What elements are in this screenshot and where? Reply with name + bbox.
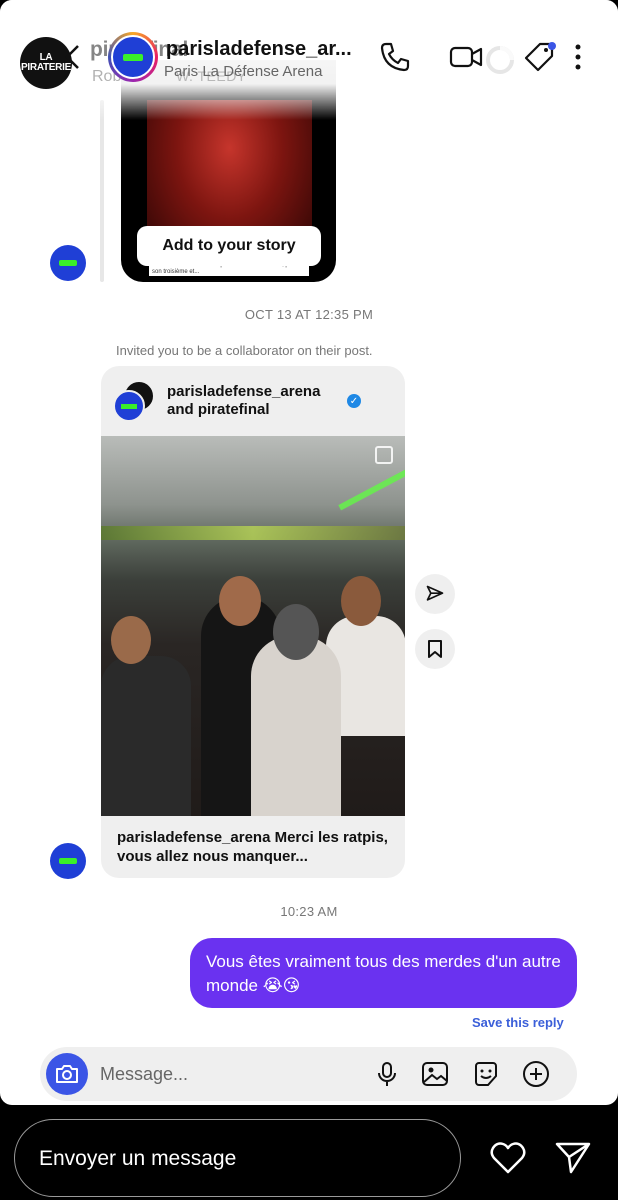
- photo-person-head: [219, 576, 261, 626]
- post-author[interactable]: parisladefense_arena and piratefinal: [167, 383, 397, 419]
- multi-photo-icon: [375, 446, 393, 464]
- add-icon[interactable]: [521, 1059, 551, 1089]
- verified-badge-icon: ✓: [347, 394, 361, 408]
- chat-avatar-inner: [111, 35, 155, 79]
- arena-logo-icon: [121, 403, 137, 409]
- shared-post-card[interactable]: parisladefense_arena and piratefinal ✓ p…: [101, 366, 405, 878]
- sender-avatar[interactable]: [50, 245, 86, 281]
- loading-spinner-icon: [486, 46, 514, 74]
- photo-person: [251, 636, 341, 816]
- sent-message-bubble[interactable]: Vous êtes vraiment tous des merdes d'un …: [190, 938, 577, 1008]
- chat-avatar[interactable]: [108, 32, 158, 82]
- arena-logo-icon: [59, 858, 77, 864]
- invite-note: Invited you to be a collaborator on thei…: [116, 343, 373, 358]
- photo-person-head: [273, 604, 319, 660]
- story-reply-line: [100, 100, 104, 282]
- camera-button[interactable]: [46, 1053, 88, 1095]
- camera-icon: [56, 1065, 78, 1083]
- video-call-icon[interactable]: [448, 40, 484, 74]
- bookmark-icon: [428, 640, 442, 658]
- back-arrow-icon[interactable]: [58, 42, 88, 72]
- sticker-icon[interactable]: [471, 1059, 501, 1089]
- story-reply-bar: [14, 1119, 461, 1197]
- dm-thread-card: parisladefense_arena Hier soir, Booba a …: [0, 0, 618, 1105]
- save-reply-link[interactable]: Save this reply: [472, 1015, 564, 1030]
- sender-avatar[interactable]: [50, 843, 86, 879]
- story-reply-input[interactable]: [39, 1142, 439, 1176]
- photo-person: [101, 656, 191, 816]
- heart-icon[interactable]: [488, 1138, 528, 1178]
- send-icon: [426, 585, 444, 601]
- add-to-story-button[interactable]: Add to your story: [137, 226, 321, 266]
- phone-icon[interactable]: [378, 40, 412, 74]
- save-post-button[interactable]: [415, 629, 455, 669]
- photo-person-head: [111, 616, 151, 664]
- post-header[interactable]: parisladefense_arena and piratefinal ✓: [101, 366, 405, 436]
- chat-title[interactable]: parisladefense_ar...: [166, 38, 356, 61]
- chat-subtitle: Paris La Défense Arena: [164, 63, 323, 80]
- send-icon[interactable]: [553, 1138, 593, 1178]
- post-author-line2: and piratefinal: [167, 401, 270, 418]
- photo-person-head: [341, 576, 381, 626]
- photo-stage-lights: [101, 526, 405, 540]
- more-options-icon[interactable]: [570, 40, 586, 74]
- post-author-line1: parisladefense_arena: [167, 383, 321, 400]
- post-caption[interactable]: parisladefense_arena Merci les ratpis, v…: [117, 828, 393, 866]
- message-composer: [40, 1047, 577, 1101]
- author-avatar: [113, 390, 145, 422]
- message-input[interactable]: [100, 1059, 360, 1089]
- arena-logo-icon: [59, 260, 77, 266]
- timestamp: OCT 13 AT 12:35 PM: [244, 307, 374, 322]
- tag-icon[interactable]: [522, 40, 558, 76]
- photo-laser: [338, 467, 405, 511]
- arena-logo-icon: [123, 53, 143, 61]
- header: piratefinal Rob49 W. TEEDY LA PIRATERIE …: [0, 0, 618, 120]
- gallery-icon[interactable]: [420, 1059, 450, 1089]
- post-photo[interactable]: [101, 436, 405, 816]
- microphone-icon[interactable]: [372, 1059, 402, 1089]
- timestamp: 10:23 AM: [280, 904, 338, 919]
- share-post-button[interactable]: [415, 574, 455, 614]
